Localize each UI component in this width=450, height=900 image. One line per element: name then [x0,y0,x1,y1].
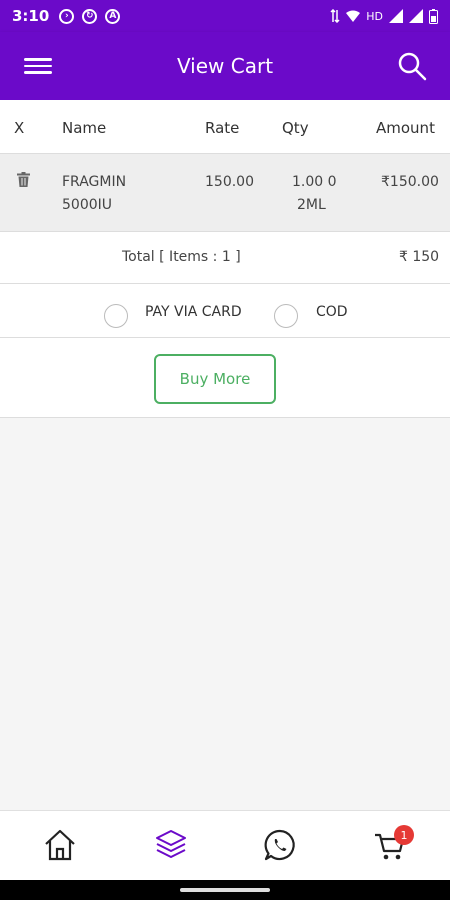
system-gesture-bar [0,880,450,900]
total-label: Total [ Items : 1 ] [122,249,241,265]
page-title: View Cart [176,54,274,78]
payment-options: PAY VIA CARD COD [0,284,450,338]
item-qty-line2: 2ML [297,197,326,213]
home-icon[interactable] [42,827,78,863]
header-rate: Rate [205,119,240,137]
table-row: FRAGMIN 5000IU 150.00 1.00 0 2ML ₹150.00 [0,154,450,232]
status-bar: 3:10 › ↻ A HD [0,0,450,32]
search-icon[interactable] [396,50,428,82]
cod-label: COD [316,304,348,320]
cart-count-badge: 1 [394,825,414,845]
cod-radio[interactable] [274,304,298,328]
wifi-icon [346,10,361,22]
cart-table-header: X Name Rate Qty Amount [0,100,450,154]
bottom-navigation: 1 [0,810,450,880]
signal-icon-2 [409,9,423,23]
header-qty: Qty [282,119,309,137]
item-name-line2: 5000IU [62,197,113,213]
accessibility-icon: A [105,8,121,24]
item-name-line1: FRAGMIN [62,174,127,190]
cart-total: Total [ Items : 1 ] ₹ 150 [0,232,450,284]
menu-icon[interactable] [24,54,52,78]
whatsapp-icon[interactable] [262,827,298,863]
header-amount: Amount [376,119,435,137]
battery-icon [429,8,438,24]
status-time: 3:10 [12,7,50,25]
item-rate: 150.00 [205,174,254,190]
data-arrows-icon [330,9,340,23]
sync-icon: ↻ [82,8,98,24]
buy-more-section: Buy More [0,338,450,418]
header-name: Name [62,119,107,137]
buy-more-button[interactable]: Buy More [154,354,276,404]
header-remove: X [14,119,25,137]
item-amount: ₹150.00 [381,174,439,190]
item-qty-line1: 1.00 0 [292,174,337,190]
home-gesture-handle[interactable] [180,888,270,892]
network-type: HD [366,9,383,23]
trash-icon[interactable] [17,172,30,187]
layers-icon[interactable] [153,827,189,863]
notification-icon: › [59,8,75,24]
signal-icon [389,9,403,23]
app-bar: View Cart [0,32,450,100]
pay-via-card-label: PAY VIA CARD [145,304,242,320]
total-value: ₹ 150 [399,249,440,265]
pay-via-card-radio[interactable] [104,304,128,328]
